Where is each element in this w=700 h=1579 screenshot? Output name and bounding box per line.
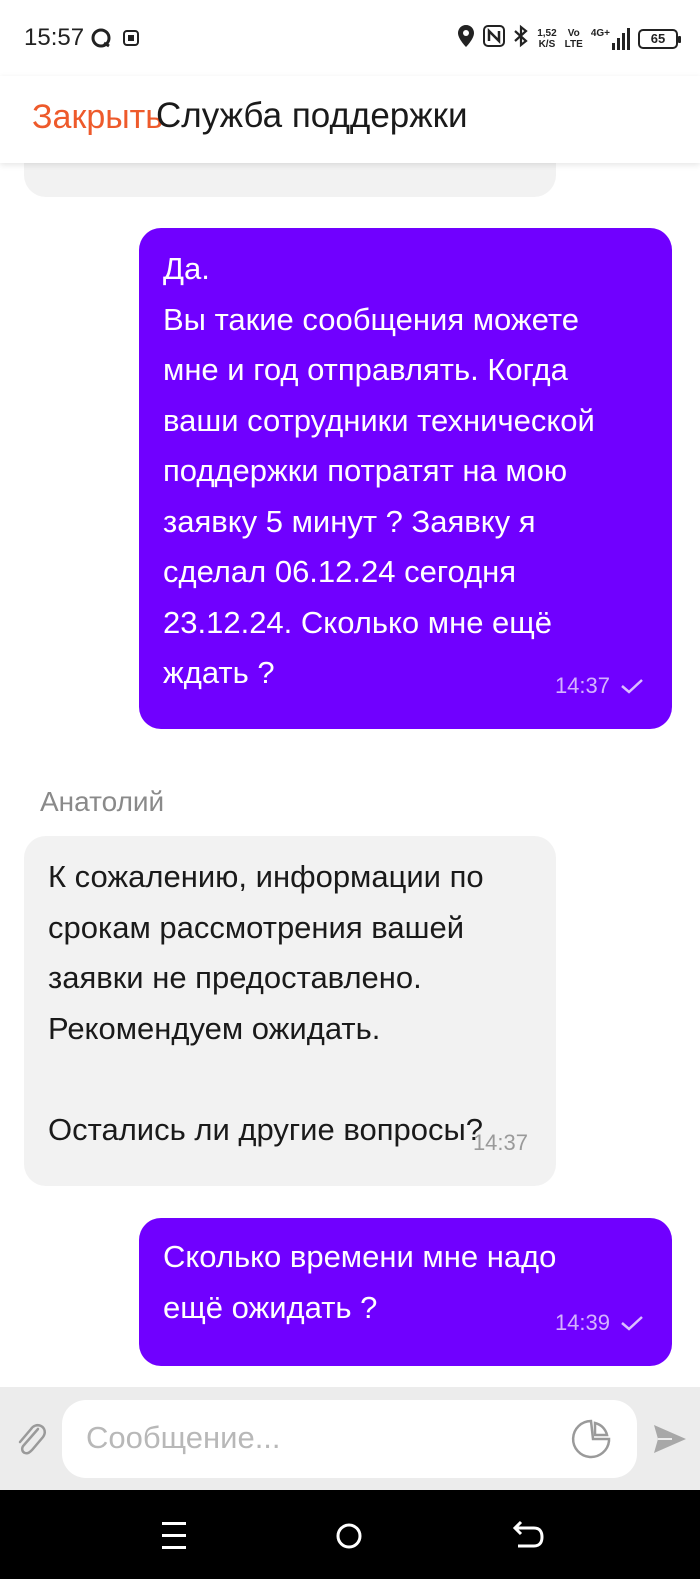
paperclip-icon[interactable] bbox=[14, 1419, 48, 1459]
bluetooth-icon bbox=[513, 24, 529, 53]
network-speed: 1,52 K/S bbox=[537, 27, 557, 50]
message-incoming: 14:33 bbox=[24, 163, 556, 197]
signal-indicator: 4G+ bbox=[591, 27, 630, 50]
close-button[interactable]: Закрыть bbox=[32, 98, 163, 137]
system-nav-bar bbox=[0, 1490, 700, 1579]
back-icon[interactable] bbox=[508, 1516, 548, 1556]
signal-bars-icon bbox=[612, 27, 630, 50]
check-icon bbox=[620, 1315, 644, 1331]
message-input-container bbox=[62, 1400, 637, 1478]
message-text: Да. Вы такие сообщения можете мне и год … bbox=[163, 251, 595, 690]
message-outgoing: Да. Вы такие сообщения можете мне и год … bbox=[139, 228, 672, 729]
page-title: Служба поддержки bbox=[156, 96, 468, 135]
message-text: К сожалению, информации по срокам рассмо… bbox=[48, 859, 484, 1147]
home-icon[interactable] bbox=[333, 1516, 373, 1556]
nfc-tag-icon bbox=[122, 29, 140, 52]
message-input[interactable] bbox=[86, 1420, 546, 1456]
location-icon bbox=[457, 24, 475, 53]
sticker-icon[interactable] bbox=[571, 1419, 611, 1459]
chat-header: Закрыть Служба поддержки bbox=[0, 76, 700, 163]
message-time: 14:37 bbox=[555, 661, 644, 712]
volte-indicator: Vo LTE bbox=[564, 27, 583, 50]
check-icon bbox=[620, 678, 644, 694]
status-time: 15:57 bbox=[24, 24, 85, 51]
message-outgoing: Сколько времени мне надо ещё ожидать ? 1… bbox=[139, 1218, 672, 1366]
message-time: 14:39 bbox=[555, 1298, 644, 1349]
status-bar: 15:57 1,52 K/S Vo LTE 4G+ 65 bbox=[0, 0, 700, 76]
chat-history[interactable]: 14:33 Да. Вы такие сообщения можете мне … bbox=[0, 163, 700, 1387]
menu-icon[interactable] bbox=[158, 1516, 198, 1556]
send-icon[interactable] bbox=[652, 1421, 688, 1457]
message-time: 14:37 bbox=[472, 1129, 528, 1155]
nfc-icon bbox=[483, 25, 506, 52]
message-composer bbox=[0, 1387, 700, 1490]
message-incoming: К сожалению, информации по срокам рассмо… bbox=[24, 836, 556, 1186]
battery-indicator: 65 bbox=[638, 28, 681, 49]
message-time: 14:33 bbox=[473, 163, 528, 179]
notification-app-icon bbox=[90, 27, 112, 54]
sender-name: Анатолий bbox=[40, 786, 165, 817]
